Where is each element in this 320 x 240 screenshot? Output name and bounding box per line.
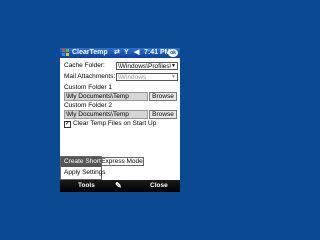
- custom-folder-1-value: \My Documents\Temp: [66, 93, 129, 100]
- chevron-down-icon: ▼: [171, 74, 176, 80]
- chevron-down-icon: ▼: [171, 63, 176, 69]
- tools-softkey[interactable]: Tools: [78, 182, 95, 190]
- clear-on-startup-label: Clear Temp Files on Start Up: [73, 120, 157, 127]
- menu-item-create-shortcut[interactable]: Create Shortcut: [61, 157, 101, 167]
- checkmark-icon: ✓: [65, 121, 71, 127]
- mail-attachments-label: Mail Attachments:: [64, 73, 116, 80]
- tools-menu: Create Shortcut Apply Settings: [60, 156, 106, 180]
- close-softkey[interactable]: Close: [150, 182, 168, 190]
- windows-flag-icon[interactable]: [62, 49, 70, 57]
- volume-icon[interactable]: ◀: [134, 49, 139, 57]
- custom-folder-2-value: \My Documents\Temp: [66, 111, 129, 118]
- signal-icon[interactable]: Y: [124, 49, 129, 57]
- custom-folder-1-label: Custom Folder 1: [64, 84, 113, 91]
- mail-attachments-dropdown[interactable]: \Windows ▼: [116, 73, 178, 81]
- browse-button-2[interactable]: Browse: [149, 110, 177, 119]
- clock[interactable]: 7:41 PM: [144, 49, 170, 57]
- cache-folder-value: \Windows\Profiles\guest: [118, 63, 171, 70]
- menu-item-apply-settings[interactable]: Apply Settings: [61, 168, 106, 178]
- keyboard-pen-icon[interactable]: ✎: [115, 181, 122, 191]
- connectivity-icon[interactable]: ⇄: [114, 49, 120, 57]
- cache-folder-label: Cache Folder:: [64, 62, 105, 69]
- title-bar: ClearTemp ⇄ Y ◀ 7:41 PM ok: [60, 48, 180, 58]
- mail-attachments-value: \Windows: [118, 74, 147, 81]
- pocketpc-screen: ClearTemp ⇄ Y ◀ 7:41 PM ok Cache Folder:…: [60, 48, 180, 192]
- browse-button-1[interactable]: Browse: [149, 92, 177, 101]
- clear-on-startup-checkbox[interactable]: ✓: [64, 121, 71, 128]
- custom-folder-1-field[interactable]: \My Documents\Temp: [64, 92, 148, 101]
- ok-button[interactable]: ok: [168, 49, 178, 57]
- softkey-bar: Tools ✎ Close: [60, 180, 180, 192]
- custom-folder-2-label: Custom Folder 2: [64, 102, 113, 109]
- app-title: ClearTemp: [72, 49, 108, 56]
- tab-express-mode[interactable]: Express Mode: [100, 157, 144, 166]
- custom-folder-2-field[interactable]: \My Documents\Temp: [64, 110, 148, 119]
- cache-folder-dropdown[interactable]: \Windows\Profiles\guest ▼: [116, 62, 178, 70]
